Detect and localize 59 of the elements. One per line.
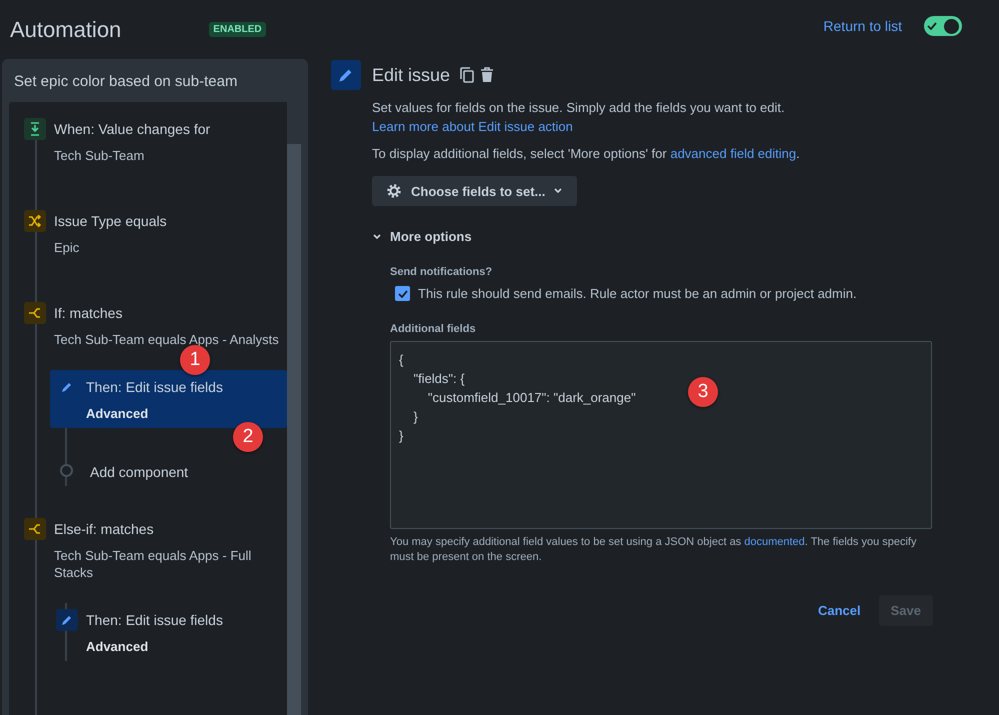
component-detail: Tech Sub-Team [54,147,146,164]
component-detail: Advanced [86,638,150,655]
rule-name: Set epic color based on sub-team [13,72,238,92]
delete-icon[interactable] [480,67,494,83]
shuffle-icon [28,215,42,227]
rule-component[interactable]: Then: Edit issue fields Advanced [50,603,287,661]
advanced-editing-link[interactable]: advanced field editing [670,146,796,161]
component-title: Else-if: matches [54,521,155,537]
rule-component[interactable]: When: Value changes for Tech Sub-Team [18,112,287,170]
rule-component[interactable]: Add component [50,454,287,486]
rule-component[interactable]: Then: Edit issue fields Advanced [50,370,287,428]
add-node-icon [60,464,73,476]
choose-fields-button[interactable]: Choose fields to set... [372,176,578,206]
page-title: Automation [10,16,122,42]
check-icon [927,22,937,30]
documented-link[interactable]: documented [744,536,805,548]
component-title: Issue Type equals [54,213,167,229]
editor-title: Edit issue [372,64,450,86]
checkbox[interactable] [395,286,410,301]
code-line: "fields": { [412,370,465,388]
rule-component[interactable]: Else-if: matches Tech Sub-Team equals Apps - Full Stacks [18,512,287,587]
field-label: Additional fields [390,323,477,335]
help-text: You may specify additional field values to be set using a JSON object as documented. The fields you specify must be present on the screen. [390,535,918,565]
rule-component[interactable]: Issue Type equals Epic [18,204,287,262]
component-detail: Advanced [86,405,150,422]
trigger-icon [29,122,41,136]
copy-icon[interactable] [460,67,474,83]
settings-icon [385,182,403,200]
code-line: { [399,351,404,369]
component-title: Then: Edit issue fields [86,379,223,395]
component-title: Then: Edit issue fields [86,612,223,628]
checkbox-label: This rule should send emails. Rule actor must be an admin or project admin. [418,286,857,301]
check-icon [398,290,408,298]
return-link[interactable]: Return to list [823,18,902,34]
pencil-icon [61,381,73,393]
code-line: } [412,408,418,426]
branch-icon [28,523,42,535]
pencil-icon [331,60,361,90]
scrollbar[interactable] [287,102,301,715]
chevron-down-icon [553,187,564,195]
component-detail: Tech Sub-Team equals Apps - Analysts [54,331,279,348]
pencil-icon [61,614,73,626]
status-badge: ENABLED [209,22,266,37]
more-options-toggle[interactable]: More options [372,229,472,244]
editor-description: Set values for fields on the issue. Simply add the fields you want to edit. Learn more about Edit issue action [372,99,786,136]
code-line: "customfield_10017": "dark_orange" [426,389,636,407]
branch-icon [28,307,42,319]
component-title: Add component [90,464,188,480]
component-detail: Epic [54,239,80,256]
field-label: Send notifications? [390,266,494,278]
learn-more-link[interactable]: Learn more about Edit issue action [372,119,573,134]
editor-hint: To display additional fields, select 'More options' for advanced field editing. [372,145,801,163]
component-title: When: Value changes for [54,121,210,137]
cancel-button[interactable]: Cancel [812,595,867,626]
chevron-down-icon [372,232,382,240]
component-detail: Tech Sub-Team equals Apps - Full Stacks [54,547,252,581]
component-title: If: matches [54,305,124,321]
enable-toggle[interactable] [924,16,962,36]
code-line: } [399,427,404,445]
